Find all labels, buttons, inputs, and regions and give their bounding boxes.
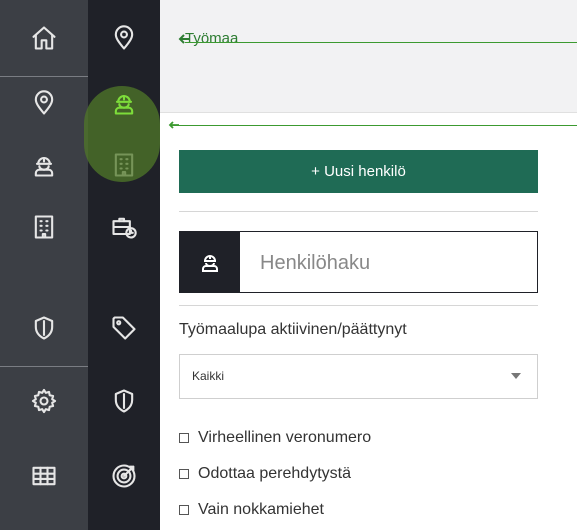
tag-icon — [112, 316, 136, 340]
checkbox-box[interactable] — [179, 433, 189, 443]
targets-button[interactable] — [88, 445, 160, 507]
header-bar — [160, 0, 577, 113]
rail-divider — [0, 366, 88, 367]
tags-button[interactable] — [88, 297, 160, 359]
site-details-button[interactable] — [88, 7, 160, 69]
companies-button[interactable] — [0, 196, 88, 258]
worker-icon — [34, 156, 54, 177]
shield-icon — [114, 389, 134, 413]
settings-button[interactable] — [0, 370, 88, 432]
map-pin-icon — [114, 25, 134, 50]
checkbox-label: Odottaa perehdytystä — [198, 465, 351, 482]
checkbox-label: Vain nokkamiehet — [198, 501, 324, 518]
home-icon — [32, 26, 56, 50]
permit-status-label: Työmaalupa aktiivinen/päättynyt — [179, 321, 407, 338]
add-person-button[interactable]: + Uusi henkilö — [179, 150, 538, 193]
home-button[interactable] — [0, 7, 88, 69]
persons-tab-button[interactable] — [88, 72, 160, 134]
primary-navigation-rail — [0, 0, 88, 530]
invalid-tax-number-checkbox[interactable]: Virheellinen veronumero — [179, 429, 371, 447]
checkbox-label: Virheellinen veronumero — [198, 429, 372, 446]
annotation-line — [185, 42, 577, 43]
map-pin-icon — [34, 90, 54, 115]
equipment-hours-button[interactable] — [88, 196, 160, 258]
checkbox-box[interactable] — [179, 469, 189, 479]
checkbox-box[interactable] — [179, 505, 189, 515]
person-search-input[interactable] — [258, 246, 532, 280]
annotation-line — [172, 125, 577, 126]
sites-button[interactable] — [0, 72, 88, 134]
foremen-only-checkbox[interactable]: Vain nokkamiehet — [179, 501, 324, 519]
site-security-button[interactable] — [88, 370, 160, 432]
divider — [179, 305, 538, 306]
permit-status-select[interactable]: Kaikki — [179, 354, 538, 399]
target-icon — [112, 464, 136, 488]
persons-button[interactable] — [0, 134, 88, 196]
permit-status-value: Kaikki — [192, 369, 225, 383]
worker-icon — [202, 255, 218, 272]
worker-icon — [114, 94, 134, 115]
reports-button[interactable] — [0, 445, 88, 507]
chevron-down-icon — [511, 373, 521, 379]
building-icon — [34, 215, 54, 239]
divider — [179, 211, 538, 212]
security-button[interactable] — [0, 297, 88, 359]
awaiting-orientation-checkbox[interactable]: Odottaa perehdytystä — [179, 465, 351, 483]
search-icon-tile — [180, 232, 240, 292]
grid-table-icon — [32, 466, 56, 486]
shield-icon — [34, 316, 54, 340]
breadcrumb-site-link[interactable]: Työmaa — [185, 30, 238, 47]
toolbox-clock-icon — [112, 217, 137, 239]
gear-icon — [31, 388, 57, 414]
